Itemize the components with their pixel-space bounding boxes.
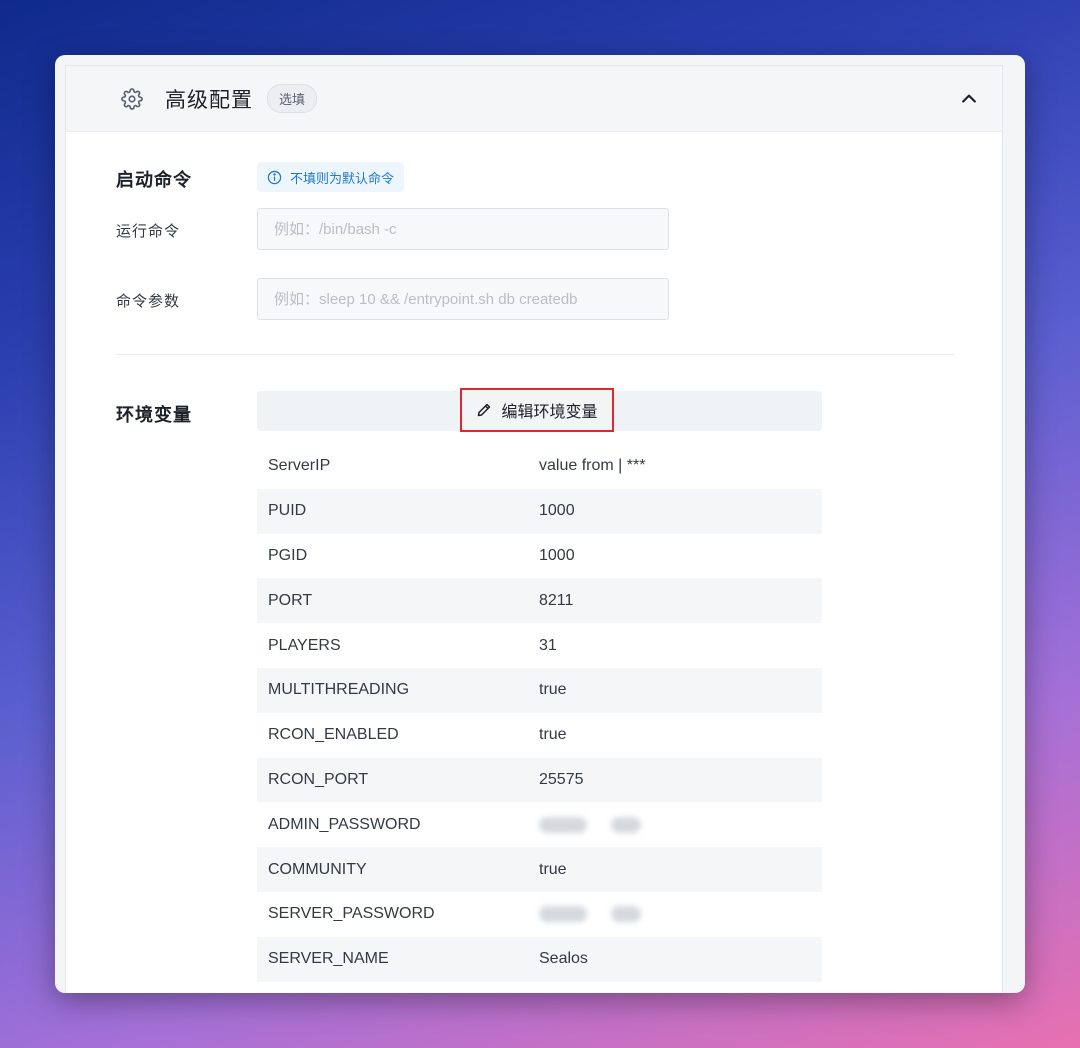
startup-command-label: 启动命令 bbox=[116, 170, 192, 190]
command-args-label: 命令参数 bbox=[116, 293, 181, 310]
info-icon bbox=[267, 170, 282, 185]
env-value: true bbox=[539, 860, 567, 878]
panel-header[interactable]: 高级配置 选填 bbox=[66, 66, 1002, 132]
env-value: Sealos bbox=[539, 950, 588, 968]
edit-env-button[interactable]: 编辑环境变量 bbox=[460, 388, 614, 432]
env-row: PORT 8211 bbox=[257, 578, 822, 624]
env-key: ServerIP bbox=[268, 457, 331, 475]
env-row: SERVER_NAME Sealos bbox=[257, 936, 822, 982]
app-window: 高级配置 选填 启动命令 不填则为默认命令 运行命令 命令参数 bbox=[55, 55, 1025, 993]
redacted-value bbox=[539, 816, 587, 833]
env-vars-label: 环境变量 bbox=[116, 405, 192, 425]
env-row: COMMUNITY true bbox=[257, 847, 822, 892]
env-value bbox=[539, 905, 822, 923]
redacted-value bbox=[611, 816, 641, 833]
env-key: RCON_ENABLED bbox=[268, 726, 399, 744]
edit-env-label: 编辑环境变量 bbox=[501, 404, 598, 421]
panel-title: 高级配置 bbox=[165, 88, 253, 112]
redacted-value bbox=[611, 906, 641, 923]
env-value: 1000 bbox=[539, 502, 575, 520]
env-key: ADMIN_PASSWORD bbox=[268, 815, 421, 833]
env-row: PUID 1000 bbox=[257, 488, 822, 534]
env-row: PLAYERS 31 bbox=[257, 623, 822, 668]
env-row: RCON_PORT 25575 bbox=[257, 757, 822, 803]
env-key: SERVER_NAME bbox=[268, 950, 389, 968]
env-value: 31 bbox=[539, 636, 557, 654]
pencil-icon bbox=[476, 402, 492, 418]
env-value: 25575 bbox=[539, 770, 584, 788]
env-key: PLAYERS bbox=[268, 636, 341, 654]
env-value: 8211 bbox=[539, 591, 574, 609]
env-value: 1000 bbox=[539, 546, 575, 564]
run-command-input[interactable] bbox=[257, 208, 669, 250]
env-row: PGID 1000 bbox=[257, 533, 822, 579]
default-command-tip: 不填则为默认命令 bbox=[257, 162, 405, 192]
env-key: SERVER_PASSWORD bbox=[268, 905, 435, 923]
advanced-config-panel: 高级配置 选填 启动命令 不填则为默认命令 运行命令 命令参数 bbox=[65, 65, 1003, 993]
env-row: SERVER_PASSWORD bbox=[257, 891, 822, 937]
env-table: ServerIP value from | *** PUID 1000 PGID 1000… bbox=[257, 444, 822, 982]
env-key: PGID bbox=[268, 546, 308, 564]
section-divider bbox=[116, 354, 954, 355]
env-value bbox=[539, 816, 822, 834]
env-key: COMMUNITY bbox=[268, 860, 367, 878]
env-key: PORT bbox=[268, 591, 313, 609]
tip-text: 不填则为默认命令 bbox=[290, 170, 395, 186]
env-row: RCON_ENABLED true bbox=[257, 712, 822, 758]
env-value: true bbox=[539, 681, 567, 699]
env-row: ServerIP value from | *** bbox=[257, 444, 822, 489]
env-key: RCON_PORT bbox=[268, 770, 369, 788]
gear-icon bbox=[121, 87, 143, 110]
env-row: MULTITHREADING true bbox=[257, 667, 822, 713]
command-args-input[interactable] bbox=[257, 278, 669, 320]
env-value: true bbox=[539, 726, 567, 744]
env-key: PUID bbox=[268, 502, 307, 520]
env-row: ADMIN_PASSWORD bbox=[257, 802, 822, 848]
redacted-value bbox=[539, 906, 587, 923]
optional-tag: 选填 bbox=[267, 84, 318, 113]
env-value: value from | *** bbox=[539, 457, 646, 475]
run-command-label: 运行命令 bbox=[116, 223, 181, 240]
chevron-up-icon[interactable] bbox=[958, 88, 980, 110]
env-key: MULTITHREADING bbox=[268, 681, 410, 699]
